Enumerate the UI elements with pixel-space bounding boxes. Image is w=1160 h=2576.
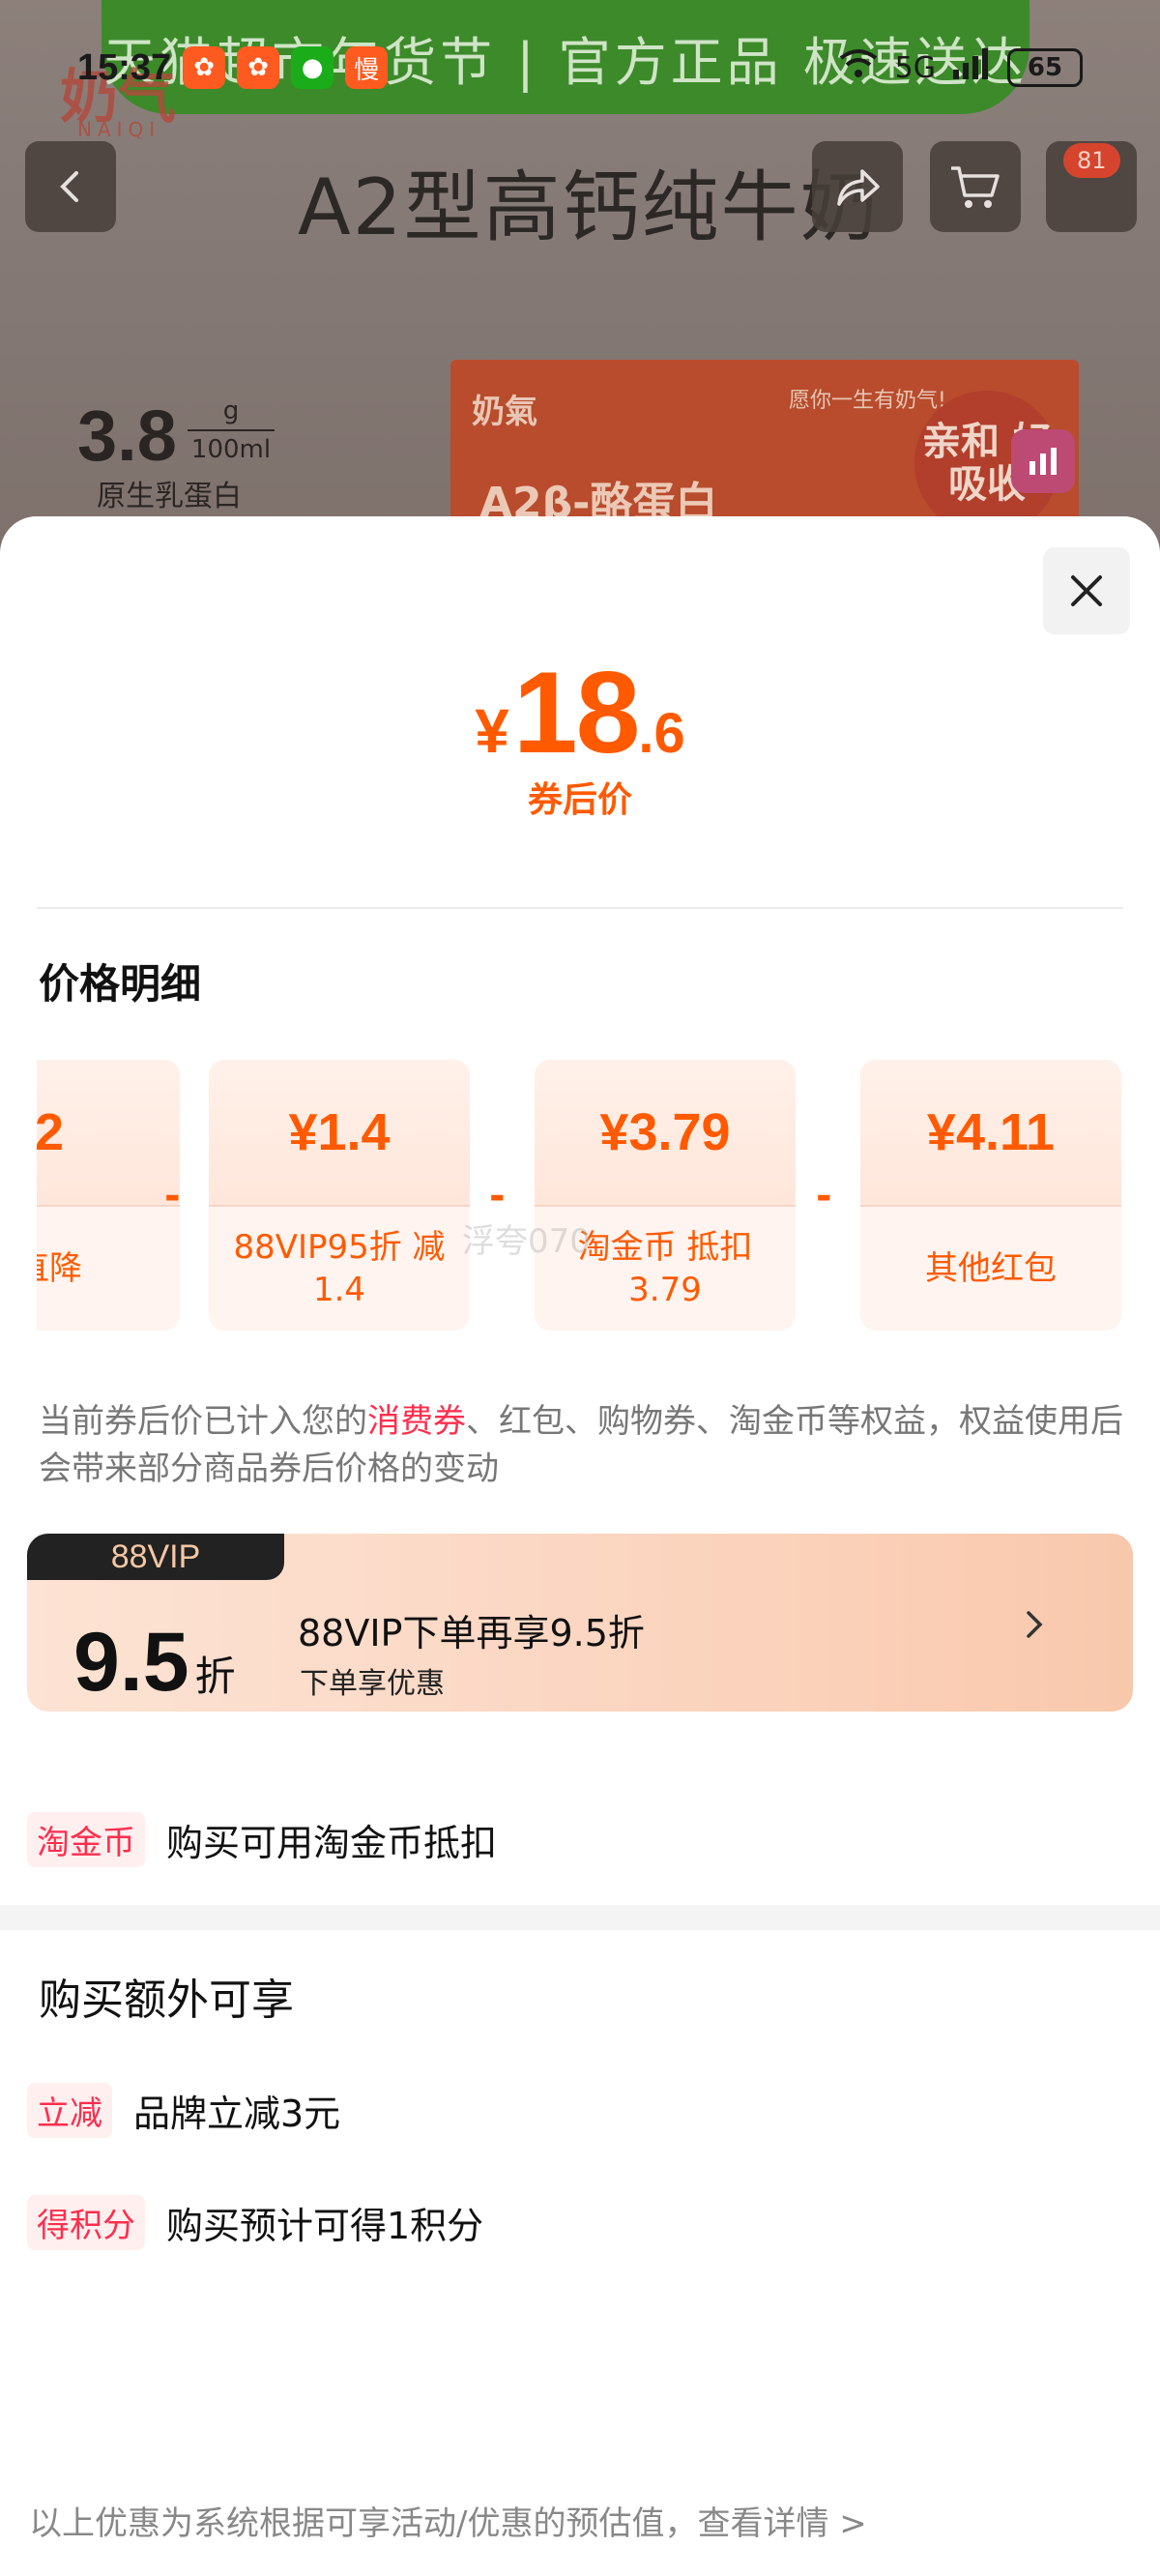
final-price: ¥ 18 .6 xyxy=(0,646,1160,779)
section-separator xyxy=(0,1905,1160,1930)
benefit-tag: 得积分 xyxy=(27,2195,145,2250)
box-slogan: 愿你一生有奶气! xyxy=(789,389,946,413)
chart-icon xyxy=(1030,448,1057,475)
product-page-background: 天猫超市年货节 | 官方正品 极速送达 奶气 NAIQI 15:37 ✿ ✿ ●… xyxy=(0,0,1160,542)
share-button[interactable] xyxy=(812,141,903,232)
close-button[interactable] xyxy=(1043,547,1130,634)
protein-unit-top: g xyxy=(222,396,240,425)
taojinbi-text: 购买可用淘金币抵扣 xyxy=(166,1822,498,1864)
discount-amount: ¥4.11 xyxy=(860,1060,1121,1205)
fraction-line xyxy=(188,429,275,431)
discount-desc: 其他红包 xyxy=(925,1248,1057,1288)
discount-amount: ¥3.79 xyxy=(535,1060,796,1205)
status-time: 15:37 xyxy=(77,46,172,88)
note-text: 当前券后价已计入您的 xyxy=(39,1402,367,1441)
status-bar: 15:37 ✿ ✿ ● 慢 5G 65 xyxy=(0,39,1160,97)
discount-desc: 直降 xyxy=(37,1248,82,1288)
discount-card: ¥1.4 88VIP95折 减1.4 xyxy=(209,1060,470,1331)
box-logo: 奶氣 xyxy=(472,393,537,431)
discount-card: ¥4.11 其他红包 xyxy=(860,1060,1121,1331)
app-notification-icon: 慢 xyxy=(345,46,389,89)
price-decimal: .6 xyxy=(638,702,685,765)
protein-label: 原生乳蛋白 xyxy=(97,480,242,513)
protein-value: 3.8 xyxy=(77,395,177,476)
benefit-text: 品牌立减3元 xyxy=(133,2093,341,2135)
breakdown-title: 价格明细 xyxy=(39,960,202,1008)
wifi-icon xyxy=(839,48,878,87)
back-button[interactable] xyxy=(25,141,116,232)
cart-icon xyxy=(951,166,1000,208)
minus-sign: - xyxy=(816,1174,832,1218)
vip-subtitle: 下单享优惠 xyxy=(300,1667,445,1701)
wechat-icon: ● xyxy=(291,46,334,89)
protein-unit-bottom: 100ml xyxy=(190,435,272,464)
back-arrow-icon xyxy=(60,171,78,202)
signal-icon xyxy=(953,48,990,87)
vip-offer-card[interactable]: 88VIP 9.5 折 88VIP下单再享9.5折 下单享优惠 xyxy=(27,1534,1133,1712)
discount-card: ¥3.79 淘金币 抵扣3.79 xyxy=(535,1060,796,1331)
product-title: A2型高钙纯牛奶 xyxy=(298,162,880,252)
view-details-link[interactable]: 以上优惠为系统根据可享活动/优惠的预估值，查看详情 > xyxy=(29,2497,867,2544)
price-integer: 18 xyxy=(512,648,640,777)
benefit-text: 购买预计可得1积分 xyxy=(166,2205,484,2247)
price-note: 当前券后价已计入您的消费券、红包、购物券、淘金币等权益，权益使用后会带来部分商品… xyxy=(39,1398,1131,1494)
app-notification-icon: ✿ xyxy=(237,46,280,89)
share-icon xyxy=(837,169,880,206)
vip-discount: 9.5 折 xyxy=(73,1615,236,1711)
extra-benefits-title: 购买额外可享 xyxy=(39,1976,294,2025)
benefit-row: 得积分 购买预计可得1积分 xyxy=(27,2195,483,2250)
discount-desc: 88VIP95折 减1.4 xyxy=(233,1227,446,1309)
vip-discount-unit: 折 xyxy=(194,1653,236,1700)
brand-logo-sub: NAIQI xyxy=(77,118,161,141)
discount-amount: ¥1.4 xyxy=(209,1060,470,1205)
app-notification-icon: ✿ xyxy=(183,46,226,89)
price-label: 券后价 xyxy=(527,780,632,820)
price-detail-sheet: ¥ 18 .6 券后价 价格明细 2 直降 - ¥1.4 88VIP95折 减1… xyxy=(0,516,1160,2576)
divider xyxy=(37,907,1123,909)
chevron-right-icon xyxy=(1011,1597,1058,1652)
currency-symbol: ¥ xyxy=(475,696,509,766)
cart-button[interactable] xyxy=(930,141,1021,232)
minus-sign: - xyxy=(489,1174,506,1218)
discount-card: 2 直降 xyxy=(37,1060,180,1331)
cart-count-badge: 81 xyxy=(1063,143,1120,178)
price-breakdown-cards[interactable]: 2 直降 - ¥1.4 88VIP95折 减1.4 - ¥3.79 淘金币 抵扣… xyxy=(37,1060,1123,1331)
protein-unit: g 100ml xyxy=(188,396,275,464)
discount-amount: 2 xyxy=(37,1060,180,1205)
minus-sign: - xyxy=(164,1174,181,1218)
taojinbi-tag: 淘金币 xyxy=(27,1812,145,1867)
vip-title: 88VIP下单再享9.5折 xyxy=(298,1612,645,1654)
note-highlight: 消费券 xyxy=(367,1402,466,1441)
vip-discount-value: 9.5 xyxy=(73,1616,189,1709)
taojinbi-row: 淘金币 购买可用淘金币抵扣 xyxy=(27,1812,497,1867)
battery-indicator: 65 xyxy=(1007,48,1083,87)
benefit-tag: 立减 xyxy=(27,2083,112,2138)
benefit-row: 立减 品牌立减3元 xyxy=(27,2083,340,2138)
status-right: 5G 65 xyxy=(839,48,1083,87)
network-label: 5G xyxy=(894,50,936,85)
vip-tag: 88VIP xyxy=(27,1534,284,1580)
close-icon xyxy=(1071,575,1102,606)
watermark: 浮夸070 xyxy=(462,1222,591,1261)
chart-button[interactable] xyxy=(1011,429,1075,493)
